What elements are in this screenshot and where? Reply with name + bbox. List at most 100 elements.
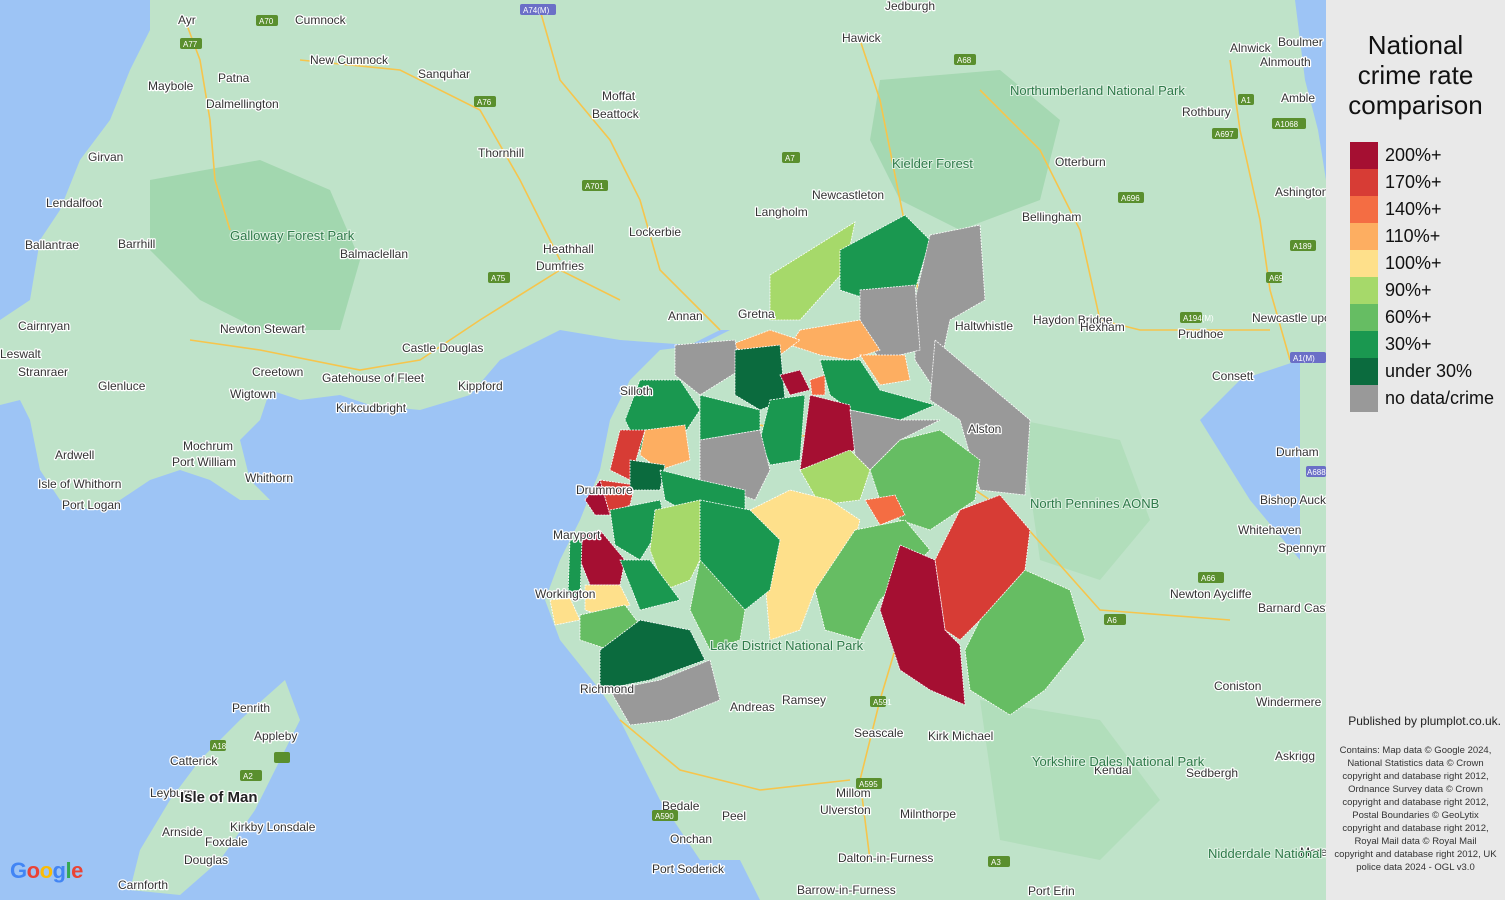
legend-panel: National crime rate comparison 200%+ 170%… [1326,0,1505,900]
place-label: Cumnock [295,13,347,27]
legend-label: 110%+ [1385,226,1441,246]
place-label: Silloth [620,384,653,398]
legend-label: no data/crime [1385,388,1495,408]
place-label: Andreas [730,700,775,714]
place-label: Rothbury [1182,105,1231,119]
legend-swatch [1350,223,1378,250]
place-label: Newcastle upon Tyne [1252,311,1326,325]
place-label: Arnside [162,825,203,839]
place-label: Ayr [178,13,196,27]
legend-swatch [1350,142,1378,169]
place-label: Leswalt [0,347,41,361]
legend-swatch [1350,358,1378,385]
place-label: Whitehaven [1238,523,1301,537]
place-label: Kirkcudbright [336,401,407,415]
place-label: Ulverston [820,803,871,817]
legend-swatch [1350,169,1378,196]
place-label: New Cumnock [310,53,389,67]
place-label: Appleby [254,729,297,743]
place-label: Barrhill [118,237,155,251]
place-label: Maybole [148,79,194,93]
road-badge: A697 [1215,130,1234,139]
road-badge: A6 [1107,616,1117,625]
place-label: Amble [1281,91,1315,105]
place-label: Foxdale [205,835,248,849]
road-badge: A591 [873,698,892,707]
legend-item: no data/crime [1350,385,1494,412]
legend-item: 90%+ [1350,277,1494,304]
place-label: Newton Aycliffe [1170,587,1252,601]
legend-item: 140%+ [1350,196,1494,223]
place-label: Beattock [592,107,640,121]
legend-label: 100%+ [1385,253,1442,273]
legend-swatch [1350,277,1378,304]
place-label: Otterburn [1055,155,1106,169]
place-label: Windermere [1256,695,1322,709]
google-logo: Google [10,858,83,884]
place-label: Dumfries [536,259,584,273]
road-badge: A688 [1307,468,1326,477]
place-label: Wigtown [230,387,276,401]
google-logo-letter: o [39,858,53,883]
legend-title-line: National [1367,30,1464,60]
legend-label: 90%+ [1385,280,1432,300]
place-label: Gretna [738,307,775,321]
place-label: Patna [218,71,250,85]
place-label: Seascale [854,726,904,740]
place-label: Sanquhar [418,67,470,81]
place-label: Bishop Auckland [1260,493,1326,507]
google-logo-letter: g [52,858,66,883]
legend-item: 60%+ [1350,304,1494,331]
island-label: Isle of Man [180,789,258,806]
place-label: Port Erin [1028,884,1075,898]
place-label: Kirkby Lonsdale [230,820,316,834]
map-canvas[interactable]: Ayr Cumnock Jedburgh Hawick Alnwick Boul… [0,0,1326,900]
place-label: Carnforth [118,878,168,892]
park-label: North Pennines AONB [1030,496,1159,511]
legend-swatch [1350,331,1378,358]
place-label: Heathhall [543,242,594,256]
park-label: Kielder Forest [892,156,973,171]
published-by: Published by plumplot.co.uk. [1348,714,1501,728]
place-label: Dalton-in-Furness [838,851,933,865]
place-label: Glenluce [98,379,146,393]
road-badge: A70 [259,17,274,26]
place-label: Balmaclellan [340,247,408,261]
road-badge: A69 [1269,274,1284,283]
place-label: Milnthorpe [900,807,956,821]
road-badge: A1(M) [1293,354,1315,363]
legend-item: 110%+ [1350,223,1494,250]
road-badge: A77 [183,40,198,49]
legend-swatch [1350,250,1378,277]
road-badge: A2 [243,772,253,781]
place-label: Bellingham [1022,210,1081,224]
legend-label: 140%+ [1385,199,1442,219]
legend-item: 200%+ [1350,142,1494,169]
place-label: Isle of Whithorn [38,477,121,491]
place-label: Moffat [602,89,636,103]
place-label: Kirk Michael [928,729,993,743]
google-logo-letter: o [26,858,40,883]
place-label: Onchan [670,832,712,846]
place-label: Alston [968,422,1001,436]
google-logo-letter: e [71,858,83,883]
place-label: Askrigg [1275,749,1315,763]
place-label: Girvan [88,150,123,164]
place-label: Port Logan [62,498,121,512]
place-label: Durham [1276,445,1319,459]
place-label: Coniston [1214,679,1261,693]
legend-title-line: crime rate [1357,60,1474,90]
park-label: Nidderdale National Landscape [1208,846,1326,861]
legend-swatch [1350,304,1378,331]
place-label: Kippford [458,379,503,393]
road-badge: A76 [477,98,492,107]
place-label: Mochrum [183,439,233,453]
road-badge: A701 [585,182,604,191]
road-badge: A189 [1293,242,1312,251]
place-label: Ramsey [782,693,826,707]
place-label: Workington [535,587,595,601]
road-badge: A590 [655,812,674,821]
legend: 200%+ 170%+ 140%+ 110%+ 100%+ 90%+ 60%+ 30%+ und… [1350,142,1494,412]
place-label: Barrow-in-Furness [797,883,896,897]
region-under30[interactable] [629,459,666,491]
